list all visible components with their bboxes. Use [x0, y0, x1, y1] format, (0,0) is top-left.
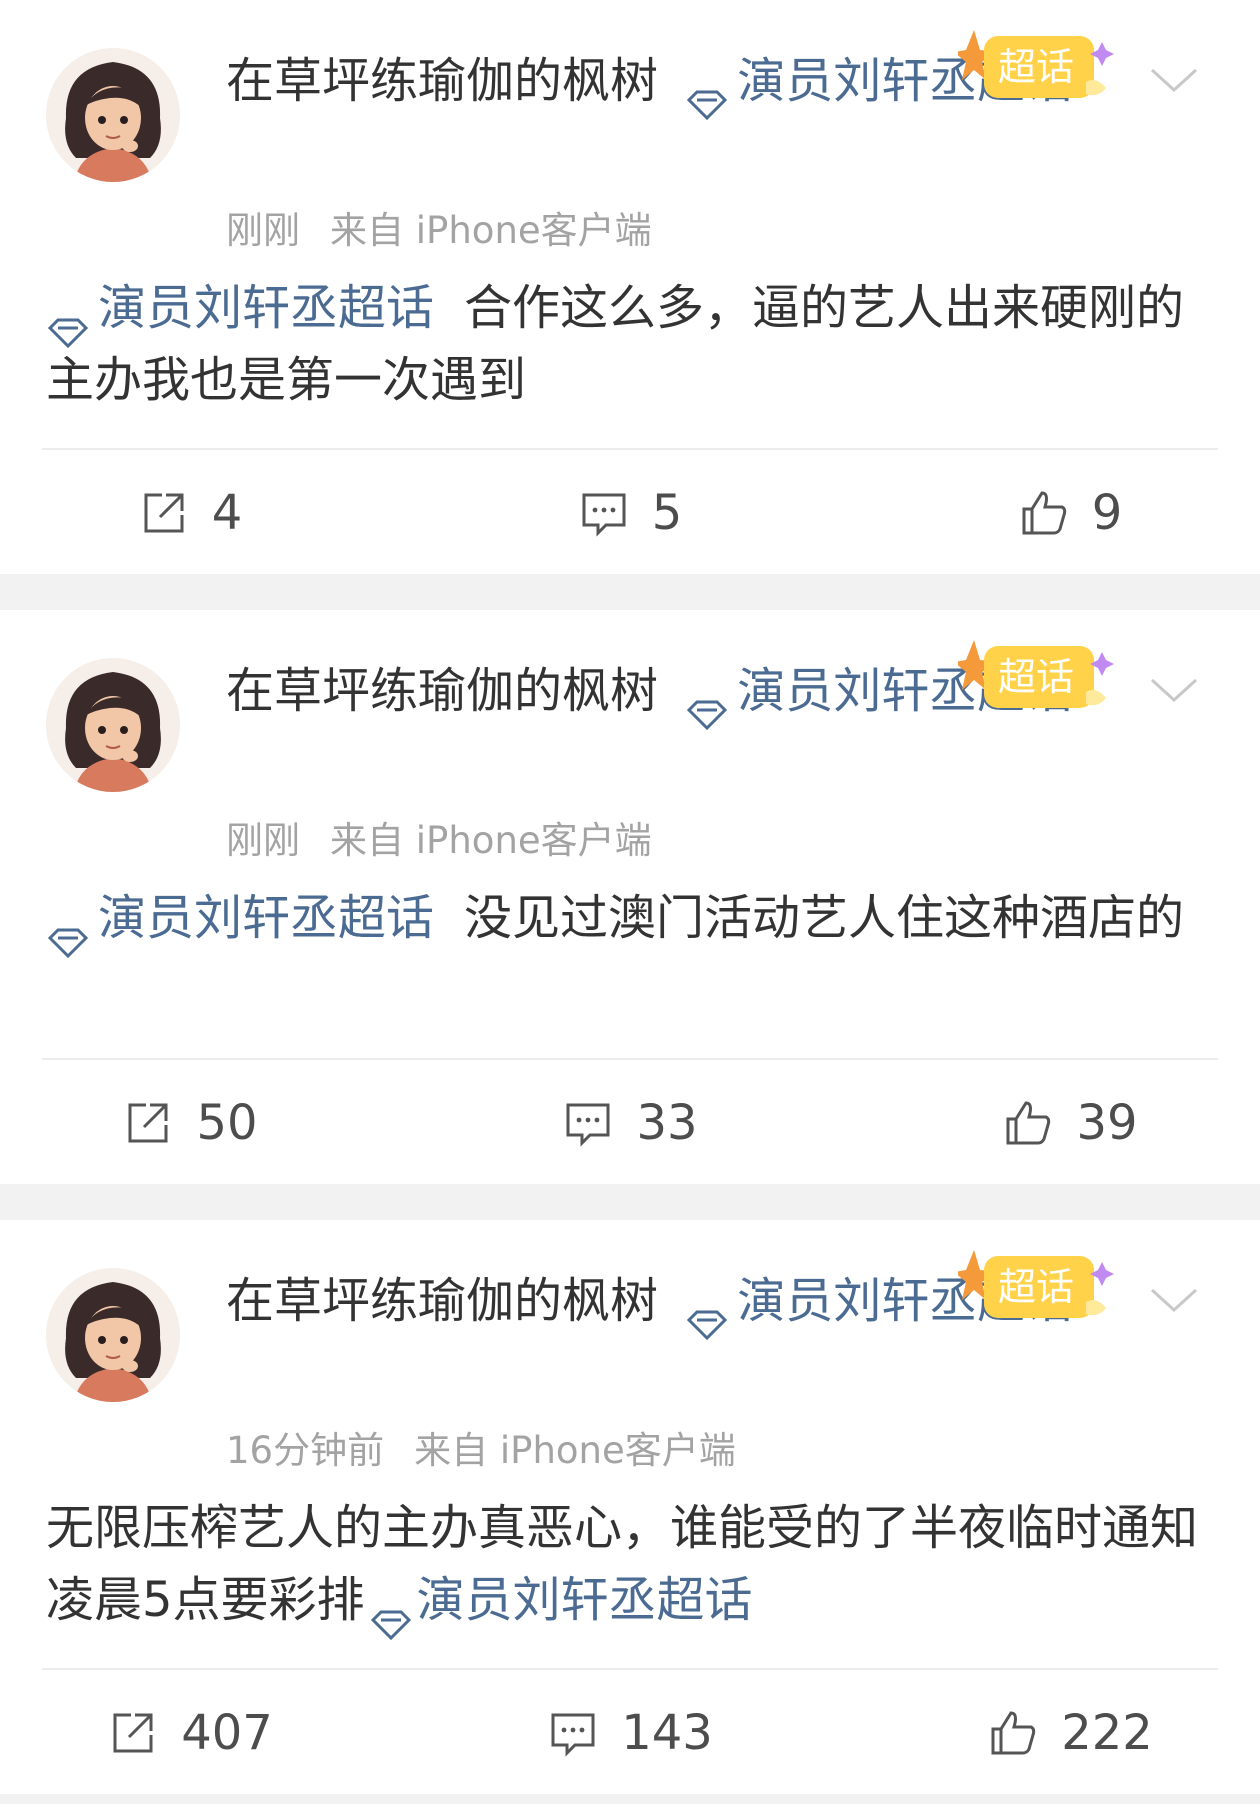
share-count: 407 [181, 1705, 273, 1761]
comment-count: 143 [621, 1705, 713, 1761]
badge-label: 超话 [998, 45, 1074, 89]
post-source: 来自 iPhone客户端 [414, 1429, 736, 1472]
share-icon [128, 1103, 168, 1143]
diamond-icon [46, 906, 90, 959]
post-time: 16分钟前 [226, 1429, 385, 1472]
avatar[interactable] [46, 658, 180, 792]
diamond-icon [685, 679, 729, 731]
like-icon [1006, 1101, 1051, 1145]
username[interactable]: 在草坪练瑜伽的枫树 [226, 663, 658, 719]
post-source: 来自 iPhone客户端 [330, 819, 652, 862]
post-content: 无限压榨艺人的主办真恶心，谁能受的了半夜临时通知凌晨5点要彩排 演员刘轩丞超话 [46, 1492, 1226, 1641]
comment-count: 5 [651, 485, 683, 541]
comment-count: 33 [636, 1095, 698, 1151]
comment-button[interactable]: 33 [440, 1095, 820, 1151]
post-card[interactable]: 在草坪练瑜伽的枫树 演员刘轩丞超话 超话 刚刚 来自 iPhone客户端 演员刘轩… [0, 610, 1260, 1184]
divider [42, 1668, 1218, 1670]
share-count: 50 [196, 1095, 258, 1151]
post-meta: 刚刚 来自 iPhone客户端 [226, 200, 652, 254]
share-count: 4 [211, 485, 243, 541]
super-topic-badge[interactable]: 超话 [954, 22, 1120, 114]
share-button[interactable]: 4 [0, 485, 440, 541]
share-button[interactable]: 50 [0, 1095, 440, 1151]
like-button[interactable]: 39 [820, 1095, 1260, 1151]
super-topic-badge[interactable]: 超话 [954, 632, 1120, 724]
like-icon [991, 1711, 1036, 1755]
divider [42, 1058, 1218, 1060]
post-time: 刚刚 [226, 209, 300, 252]
post-time: 刚刚 [226, 819, 300, 862]
diamond-icon [369, 1588, 413, 1641]
chevron-down-icon[interactable] [1148, 674, 1200, 706]
post-meta: 16分钟前 来自 iPhone客户端 [226, 1420, 736, 1474]
super-topic-badge[interactable]: 超话 [954, 1242, 1120, 1334]
like-button[interactable]: 222 [820, 1705, 1260, 1761]
divider [42, 448, 1218, 450]
badge-label: 超话 [998, 1265, 1074, 1309]
post-meta: 刚刚 来自 iPhone客户端 [226, 810, 652, 864]
comment-button[interactable]: 143 [440, 1705, 820, 1761]
like-count: 9 [1091, 485, 1123, 541]
like-button[interactable]: 9 [820, 485, 1260, 541]
action-bar: 50 33 39 [0, 1062, 1260, 1184]
topic-tag[interactable]: 演员刘轩丞超话 [98, 890, 434, 946]
action-bar: 4 5 9 [0, 452, 1260, 574]
chevron-down-icon[interactable] [1148, 64, 1200, 96]
like-count: 39 [1076, 1095, 1138, 1151]
post-card[interactable]: 在草坪练瑜伽的枫树 演员刘轩丞超话 超话 16分钟前 来自 iPhone客户端 无… [0, 1220, 1260, 1794]
comment-button[interactable]: 5 [440, 485, 820, 541]
avatar[interactable] [46, 48, 180, 182]
share-button[interactable]: 407 [0, 1705, 440, 1761]
topic-tag[interactable]: 演员刘轩丞超话 [98, 280, 434, 336]
post-content: 演员刘轩丞超话 合作这么多，逼的艺人出来硬刚的主办我也是第一次遇到 [46, 272, 1226, 416]
like-count: 222 [1061, 1705, 1153, 1761]
avatar[interactable] [46, 1268, 180, 1402]
topic-tag[interactable]: 演员刘轩丞超话 [417, 1572, 753, 1628]
post-text: 没见过澳门活动艺人住这种酒店的 [464, 890, 1185, 946]
diamond-icon [685, 1289, 729, 1341]
like-icon [1022, 491, 1066, 535]
diamond-icon [685, 69, 729, 121]
comment-icon [551, 1713, 595, 1757]
diamond-icon [46, 296, 90, 349]
feed: 在草坪练瑜伽的枫树 演员刘轩丞超话 超话 刚刚 来自 iPhone客户端 演员刘轩… [0, 0, 1260, 1794]
post-card[interactable]: 在草坪练瑜伽的枫树 演员刘轩丞超话 超话 刚刚 来自 iPhone客户端 演员刘轩… [0, 0, 1260, 574]
badge-label: 超话 [998, 655, 1074, 699]
chevron-down-icon[interactable] [1148, 1284, 1200, 1316]
username[interactable]: 在草坪练瑜伽的枫树 [226, 53, 658, 109]
username[interactable]: 在草坪练瑜伽的枫树 [226, 1273, 658, 1329]
post-source: 来自 iPhone客户端 [330, 209, 652, 252]
action-bar: 407 143 222 [0, 1672, 1260, 1794]
post-content: 演员刘轩丞超话 没见过澳门活动艺人住这种酒店的 [46, 882, 1226, 959]
comment-icon [566, 1103, 610, 1147]
share-icon [144, 493, 184, 533]
comment-icon [582, 493, 626, 537]
share-icon [113, 1713, 153, 1753]
